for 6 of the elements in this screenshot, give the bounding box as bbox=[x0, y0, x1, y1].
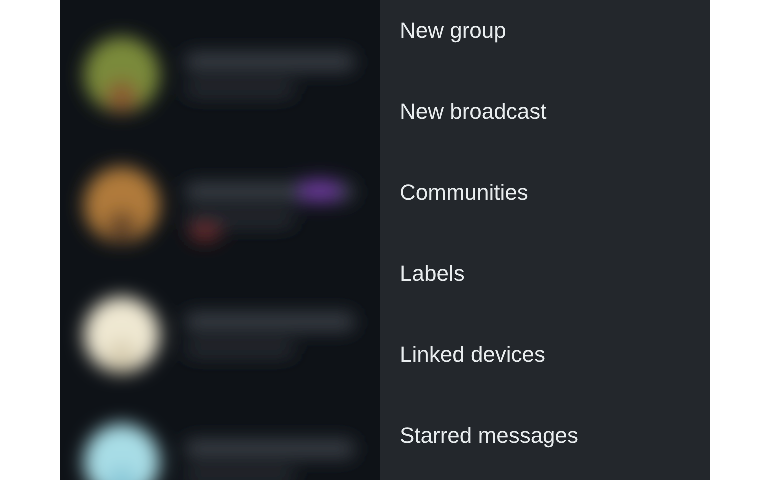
menu-item[interactable]: Labels bbox=[380, 233, 710, 314]
menu-item[interactable]: New broadcast bbox=[380, 71, 710, 152]
menu-item[interactable]: New group bbox=[380, 0, 710, 71]
menu-item[interactable]: Starred messages bbox=[380, 395, 710, 476]
menu-item[interactable]: Linked devices bbox=[380, 314, 710, 395]
menu-item[interactable]: Communities bbox=[380, 152, 710, 233]
